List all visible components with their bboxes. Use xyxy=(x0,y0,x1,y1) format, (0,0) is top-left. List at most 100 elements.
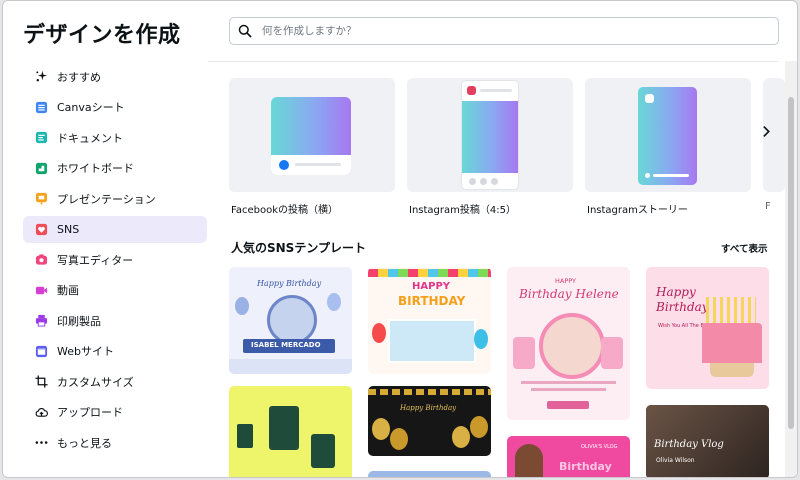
sidebar-item-more[interactable]: もっと見る xyxy=(23,429,207,456)
dot xyxy=(469,178,476,185)
category-card-instagram-post[interactable] xyxy=(407,78,573,192)
category-label-partial: F xyxy=(765,201,771,212)
template-card-olivia-vlog-pink[interactable]: OLIVIA'S VLOG Birthday xyxy=(507,436,630,477)
template-text: Happy Birthday xyxy=(400,404,457,412)
placeholder-line xyxy=(531,388,606,391)
printer-icon xyxy=(35,314,48,327)
sidebar-item-documents[interactable]: ドキュメント xyxy=(23,124,207,151)
template-card-birthday-helene[interactable]: HAPPY Birthday Helene xyxy=(507,267,630,420)
presentation-icon xyxy=(35,192,48,205)
template-card-partial[interactable] xyxy=(368,471,491,477)
camera-icon xyxy=(35,253,48,266)
scrollbar[interactable] xyxy=(785,61,797,477)
template-text: OLIVIA'S VLOG xyxy=(581,444,618,450)
sidebar-item-website[interactable]: Webサイト xyxy=(23,338,207,365)
person-photo xyxy=(515,444,543,477)
chevron-right-icon xyxy=(762,123,771,142)
template-card-isabel[interactable]: Happy Birthday ISABEL MERCADO xyxy=(229,267,352,374)
sidebar-item-label: もっと見る xyxy=(57,436,112,450)
dot xyxy=(480,178,487,185)
sidebar-item-print[interactable]: 印刷製品 xyxy=(23,307,207,334)
instagram-icon xyxy=(467,86,476,95)
sidebar-item-label: ホワイトボード xyxy=(57,162,134,175)
balloon xyxy=(327,293,341,311)
crop-icon xyxy=(35,375,48,388)
sidebar-item-label: プレゼンテーション xyxy=(57,192,156,206)
more-dots-icon xyxy=(35,436,48,449)
sidebar-item-sheets[interactable]: Canvaシート xyxy=(23,94,207,121)
category-card-facebook-post[interactable] xyxy=(229,78,395,192)
sidebar-item-label: アップロード xyxy=(57,406,123,419)
template-text: HAPPY xyxy=(412,281,451,292)
search-bar[interactable] xyxy=(229,17,779,45)
sidebar-item-whiteboard[interactable]: ホワイトボード xyxy=(23,155,207,182)
template-card-green-collage[interactable] xyxy=(229,386,352,477)
bunting xyxy=(368,269,491,277)
template-text: HAPPY xyxy=(555,277,577,285)
template-card-birthday-vlog[interactable]: Birthday Vlog Olivia Wilson xyxy=(646,405,769,477)
sidebar-item-label: カスタムサイズ xyxy=(57,375,134,389)
sidebar-item-video[interactable]: 動画 xyxy=(23,277,207,304)
sidebar-item-sns[interactable]: SNS xyxy=(23,215,207,243)
balloon xyxy=(372,418,390,440)
candles xyxy=(706,297,756,323)
dot xyxy=(491,178,498,185)
sidebar-nav: おすすめ Canvaシート ドキュメント ホワイトボード プレゼンテーション S… xyxy=(23,63,207,460)
create-design-dialog: デザインを作成 おすすめ Canvaシート ドキュメント ホワイトボード プレゼ… xyxy=(2,0,798,478)
sidebar-item-presentation[interactable]: プレゼンテーション xyxy=(23,185,207,212)
template-card-birthday-cake[interactable]: Happy Birthday Wish You All The Best. xyxy=(646,267,769,389)
instagram-icon xyxy=(645,94,654,103)
placeholder-line xyxy=(295,163,341,166)
category-label-instagram-story: Instagramストーリー xyxy=(587,205,688,216)
instagram-post-phone xyxy=(461,80,519,190)
phone-graphic xyxy=(311,434,335,468)
sidebar-item-custom-size[interactable]: カスタムサイズ xyxy=(23,368,207,395)
see-all-link[interactable]: すべて表示 xyxy=(721,241,767,255)
template-text: Olivia Wilson xyxy=(656,457,695,464)
photo-frame xyxy=(267,295,317,345)
balloon xyxy=(470,416,488,438)
video-icon xyxy=(35,284,48,297)
facebook-icon xyxy=(279,160,289,170)
website-icon xyxy=(35,345,48,358)
balloon xyxy=(235,297,249,315)
cloud-band xyxy=(229,359,352,374)
sidebar: デザインを作成 おすすめ Canvaシート ドキュメント ホワイトボード プレゼ… xyxy=(3,1,208,477)
placeholder-line xyxy=(480,89,512,92)
phone-graphic xyxy=(237,424,253,448)
sidebar-item-label: 写真エディター xyxy=(57,253,134,267)
template-card-happy-birthday-bunting[interactable]: HAPPY BIRTHDAY xyxy=(368,267,491,374)
sidebar-item-label: ドキュメント xyxy=(57,131,123,145)
instagram-post-preview xyxy=(462,101,518,173)
instagram-story-preview xyxy=(638,87,697,185)
next-arrow-button[interactable] xyxy=(757,121,775,143)
sidebar-item-label: SNS xyxy=(57,222,80,236)
sidebar-item-photo-editor[interactable]: 写真エディター xyxy=(23,246,207,273)
sidebar-item-label: 印刷製品 xyxy=(57,314,101,328)
placeholder-line xyxy=(653,174,689,177)
sidebar-item-label: おすすめ xyxy=(57,70,101,84)
category-card-instagram-story[interactable] xyxy=(585,78,751,192)
facebook-post-footer xyxy=(271,155,351,175)
photo-collage xyxy=(388,319,476,363)
sidebar-item-label: 動画 xyxy=(57,284,79,297)
cloud-upload-icon xyxy=(35,406,48,419)
bunting xyxy=(368,389,491,395)
sidebar-item-upload[interactable]: アップロード xyxy=(23,399,207,426)
search-input[interactable] xyxy=(260,24,744,38)
whiteboard-icon xyxy=(35,162,48,175)
search-icon xyxy=(238,24,252,38)
balloon xyxy=(474,329,488,349)
template-text: Happy xyxy=(656,285,696,299)
template-text: BIRTHDAY xyxy=(398,294,466,308)
template-card-gold-balloons[interactable]: Happy Birthday xyxy=(368,386,491,456)
placeholder-line xyxy=(521,381,616,384)
photo-frame xyxy=(539,313,605,379)
balloon xyxy=(452,426,470,448)
sidebar-item-recommended[interactable]: おすすめ xyxy=(23,63,207,90)
scrollbar-thumb[interactable] xyxy=(788,97,794,429)
template-text: Birthday Vlog xyxy=(654,439,724,450)
decoration xyxy=(601,337,623,369)
category-label-facebook-post: Facebookの投稿（横） xyxy=(231,205,338,216)
template-text: Birthday xyxy=(656,300,709,314)
